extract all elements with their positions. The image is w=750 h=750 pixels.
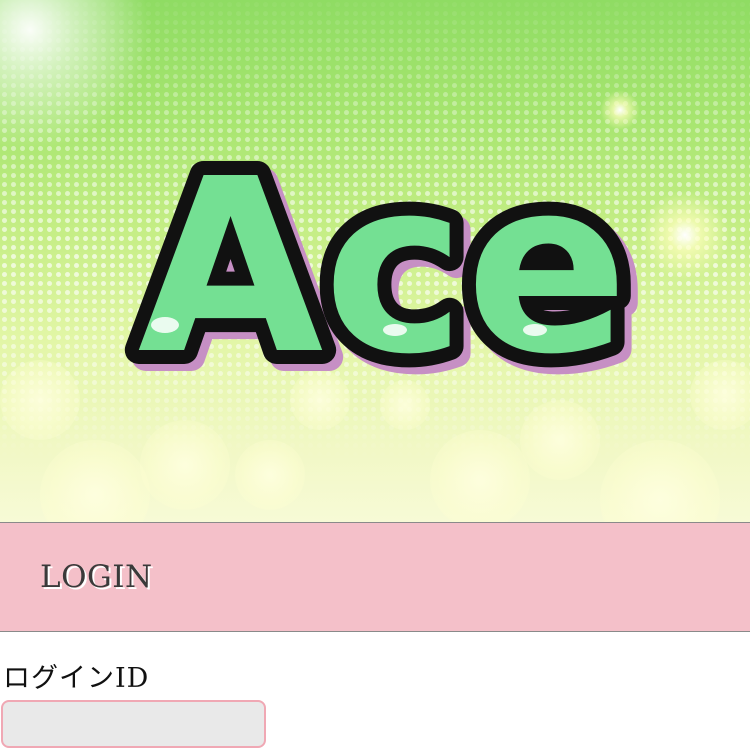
light-flare: [600, 90, 640, 130]
bokeh-light: [235, 440, 305, 510]
logo-fill: Ace: [138, 135, 629, 385]
login-title: LOGIN: [40, 559, 153, 595]
bokeh-light: [380, 380, 430, 430]
logo-gloss: [151, 317, 179, 333]
bokeh-light: [520, 400, 600, 480]
logo-gloss: [523, 324, 547, 336]
login-header: LOGIN: [0, 522, 750, 632]
login-id-label: ログインID: [3, 663, 150, 694]
bokeh-light: [430, 430, 530, 522]
hero-banner: Ace Ace Ace: [0, 0, 750, 522]
login-id-input[interactable]: [1, 700, 266, 748]
logo-gloss: [383, 324, 407, 336]
bokeh-light: [0, 360, 80, 440]
bokeh-light: [140, 420, 230, 510]
ace-logo: Ace Ace Ace: [124, 135, 650, 385]
